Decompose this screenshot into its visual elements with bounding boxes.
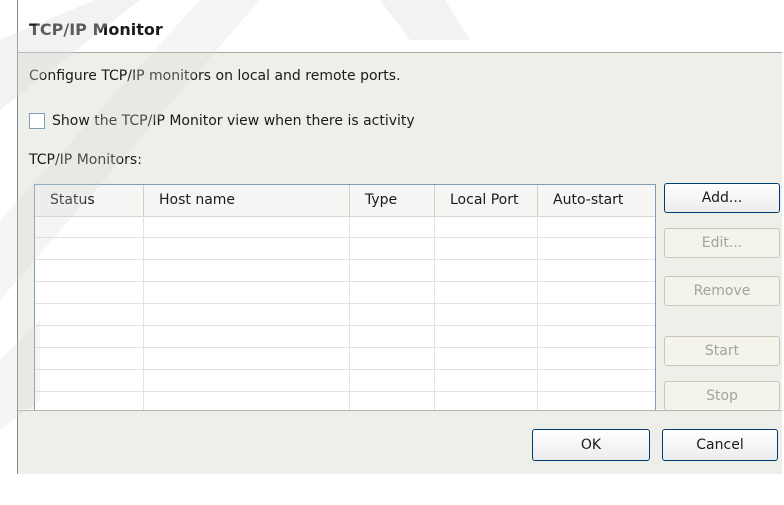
table-header: Status Host name Type Local Port Auto-st… [35, 185, 655, 217]
ok-button[interactable]: OK [532, 429, 650, 461]
column-divider [434, 216, 435, 423]
monitors-label: TCP/IP Monitors: [29, 152, 142, 168]
footer-separator [18, 410, 782, 411]
edit-button[interactable]: Edit... [664, 228, 780, 258]
table-row[interactable] [35, 260, 655, 282]
column-divider [349, 216, 350, 423]
add-button[interactable]: Add... [664, 183, 780, 213]
table-row[interactable] [35, 238, 655, 260]
column-header-auto-start[interactable]: Auto-start [538, 185, 655, 216]
table-row[interactable] [35, 326, 655, 348]
show-view-checkbox-row[interactable]: Show the TCP/IP Monitor view when there … [29, 110, 415, 132]
stop-button[interactable]: Stop [664, 381, 780, 411]
dialog-body: Configure TCP/IP monitors on local and r… [18, 53, 782, 424]
monitors-table[interactable]: Status Host name Type Local Port Auto-st… [34, 184, 656, 424]
start-button[interactable]: Start [664, 336, 780, 366]
dialog-title: TCP/IP Monitor [29, 20, 163, 39]
table-row[interactable] [35, 304, 655, 326]
dialog-footer: OK Cancel [18, 410, 782, 474]
column-header-local-port[interactable]: Local Port [435, 185, 538, 216]
column-divider [537, 216, 538, 423]
tcpip-monitor-dialog: TCP/IP Monitor Configure TCP/IP monitors… [18, 0, 782, 474]
column-header-type[interactable]: Type [350, 185, 435, 216]
show-view-checkbox-label[interactable]: Show the TCP/IP Monitor view when there … [52, 113, 415, 129]
cancel-button[interactable]: Cancel [662, 429, 778, 461]
column-header-status[interactable]: Status [35, 185, 144, 216]
table-row[interactable] [35, 216, 655, 238]
table-row[interactable] [35, 370, 655, 392]
remove-button[interactable]: Remove [664, 276, 780, 306]
show-view-checkbox[interactable] [29, 113, 45, 129]
table-row[interactable] [35, 282, 655, 304]
table-row[interactable] [35, 348, 655, 370]
table-body[interactable] [35, 216, 655, 423]
column-divider [143, 216, 144, 423]
description-text: Configure TCP/IP monitors on local and r… [29, 68, 401, 84]
column-header-host-name[interactable]: Host name [144, 185, 350, 216]
dialog-header: TCP/IP Monitor [18, 0, 782, 53]
